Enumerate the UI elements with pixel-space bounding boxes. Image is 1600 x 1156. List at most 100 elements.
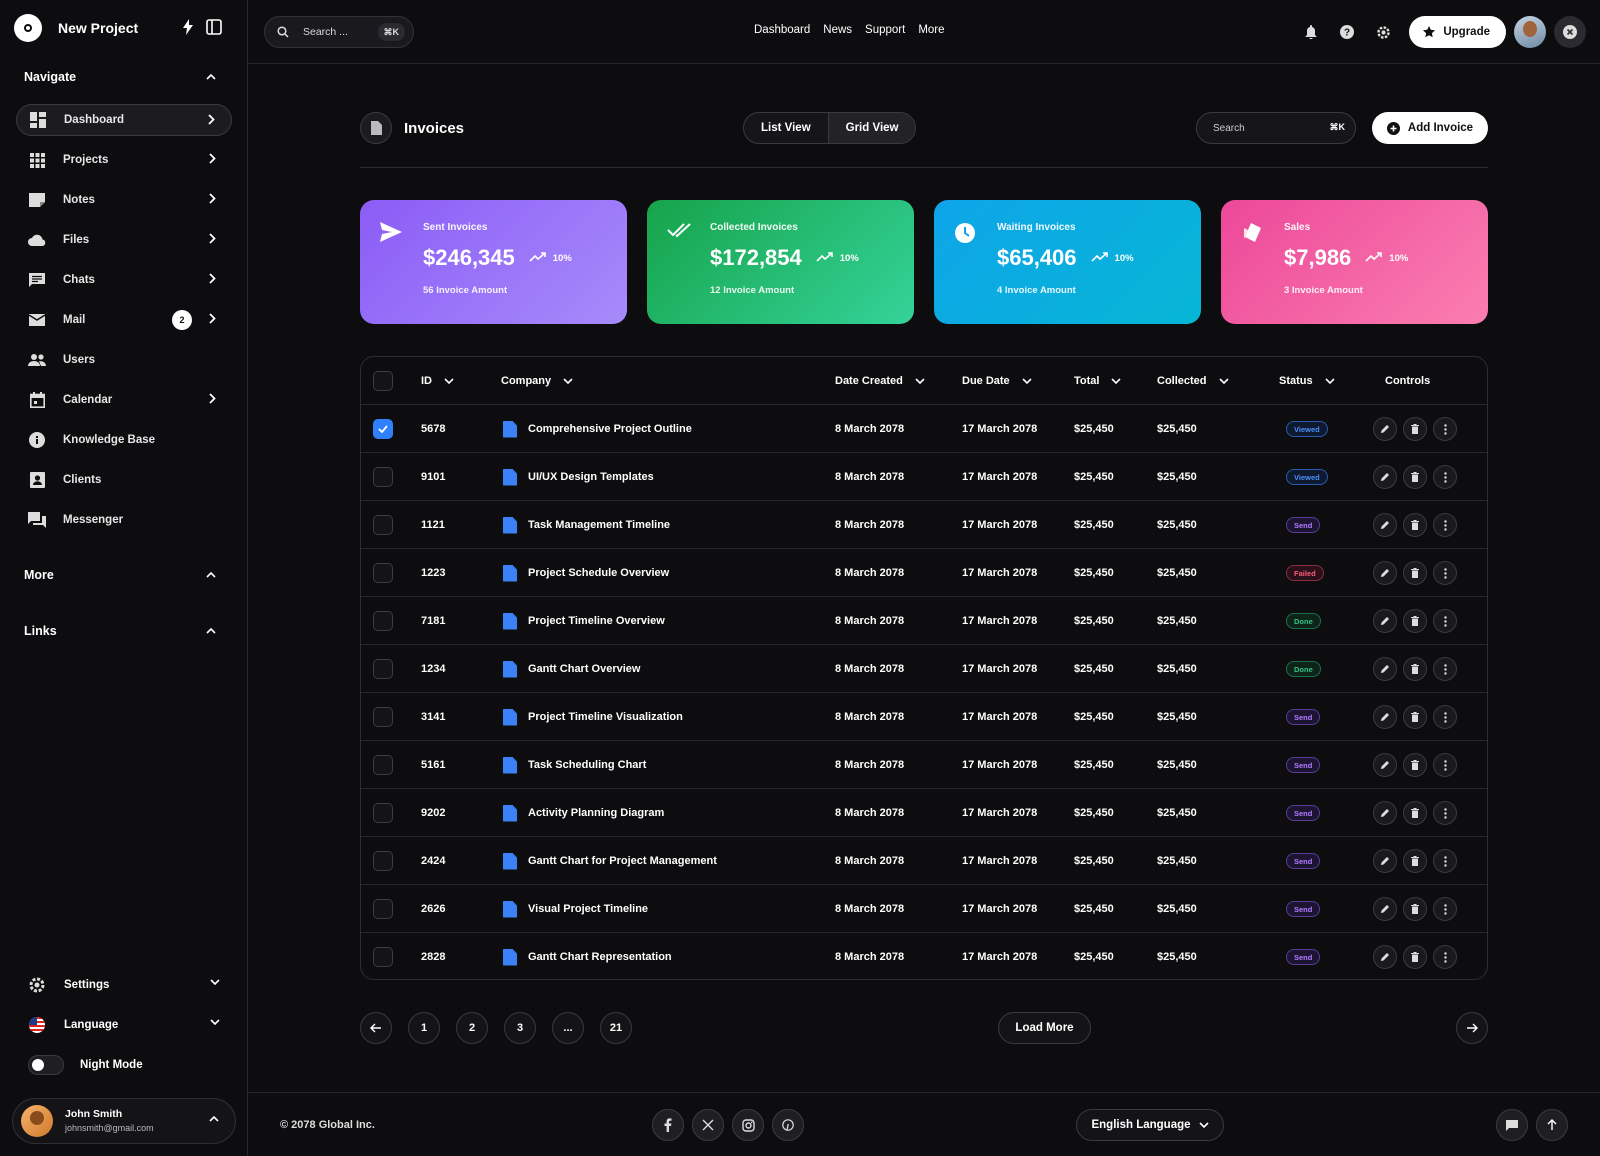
help-icon[interactable]: ?	[1329, 25, 1365, 39]
edit-icon[interactable]	[1373, 897, 1397, 921]
table-row[interactable]: 1223 Project Schedule Overview 8 March 2…	[361, 549, 1487, 597]
edit-icon[interactable]	[1373, 465, 1397, 489]
summary-card[interactable]: Sent Invoices $246,345 10% 56 Invoice Am…	[360, 200, 627, 324]
sidebar-item-clients[interactable]: Clients	[16, 464, 232, 496]
more-vertical-icon[interactable]	[1433, 753, 1457, 777]
company-name[interactable]: Gantt Chart for Project Management	[528, 855, 717, 867]
sidebar-item-mail[interactable]: Mail 2	[16, 304, 232, 336]
row-checkbox[interactable]	[373, 899, 393, 919]
company-name[interactable]: Project Timeline Visualization	[528, 711, 683, 723]
sidebar-item-projects[interactable]: Projects	[16, 144, 232, 176]
sort-total[interactable]: Total	[1074, 357, 1122, 405]
sidebar-item-chats[interactable]: Chats	[16, 264, 232, 296]
trash-icon[interactable]	[1403, 801, 1427, 825]
bolt-icon[interactable]	[182, 19, 194, 40]
edit-icon[interactable]	[1373, 513, 1397, 537]
top-link-support[interactable]: Support	[865, 24, 905, 36]
edit-icon[interactable]	[1373, 417, 1397, 441]
sort-due-date[interactable]: Due Date	[962, 357, 1032, 405]
sidebar-item-knowledge-base[interactable]: Knowledge Base	[16, 424, 232, 456]
grid-view-button[interactable]: Grid View	[827, 113, 916, 143]
table-row[interactable]: 1121 Task Management Timeline 8 March 20…	[361, 501, 1487, 549]
edit-icon[interactable]	[1373, 849, 1397, 873]
more-vertical-icon[interactable]	[1433, 417, 1457, 441]
row-checkbox[interactable]	[373, 851, 393, 871]
summary-card[interactable]: Collected Invoices $172,854 10% 12 Invoi…	[647, 200, 914, 324]
edit-icon[interactable]	[1373, 801, 1397, 825]
more-vertical-icon[interactable]	[1433, 945, 1457, 969]
company-name[interactable]: Project Timeline Overview	[528, 615, 665, 627]
table-row[interactable]: 7181 Project Timeline Overview 8 March 2…	[361, 597, 1487, 645]
page-button[interactable]: 1	[408, 1012, 440, 1044]
company-name[interactable]: Gantt Chart Representation	[528, 951, 672, 963]
upgrade-button[interactable]: Upgrade	[1409, 16, 1506, 48]
summary-card[interactable]: Sales $7,986 10% 3 Invoice Amount	[1221, 200, 1488, 324]
sidebar-item-users[interactable]: Users	[16, 344, 232, 376]
table-row[interactable]: 5161 Task Scheduling Chart 8 March 2078 …	[361, 741, 1487, 789]
scroll-top-button[interactable]	[1536, 1109, 1568, 1141]
trash-icon[interactable]	[1403, 657, 1427, 681]
sidebar-item-dashboard[interactable]: Dashboard	[16, 104, 232, 136]
table-row[interactable]: 9101 UI/UX Design Templates 8 March 2078…	[361, 453, 1487, 501]
company-name[interactable]: Gantt Chart Overview	[528, 663, 640, 675]
global-search[interactable]: Search ... ⌘K	[264, 16, 414, 48]
settings-menu[interactable]: Settings	[28, 973, 220, 997]
more-vertical-icon[interactable]	[1433, 513, 1457, 537]
more-vertical-icon[interactable]	[1433, 801, 1457, 825]
table-row[interactable]: 1234 Gantt Chart Overview 8 March 2078 1…	[361, 645, 1487, 693]
company-name[interactable]: UI/UX Design Templates	[528, 471, 654, 483]
close-button[interactable]	[1554, 16, 1586, 48]
prev-page-button[interactable]	[360, 1012, 392, 1044]
trash-icon[interactable]	[1403, 897, 1427, 921]
company-name[interactable]: Task Scheduling Chart	[528, 759, 646, 771]
row-checkbox[interactable]	[373, 755, 393, 775]
row-checkbox[interactable]	[373, 707, 393, 727]
more-vertical-icon[interactable]	[1433, 609, 1457, 633]
edit-icon[interactable]	[1373, 609, 1397, 633]
page-ellipsis[interactable]: ...	[552, 1012, 584, 1044]
row-checkbox[interactable]	[373, 515, 393, 535]
table-row[interactable]: 2828 Gantt Chart Representation 8 March …	[361, 933, 1487, 979]
trash-icon[interactable]	[1403, 609, 1427, 633]
edit-icon[interactable]	[1373, 561, 1397, 585]
edit-icon[interactable]	[1373, 657, 1397, 681]
instagram-icon[interactable]	[732, 1109, 764, 1141]
trash-icon[interactable]	[1403, 561, 1427, 585]
sort-company[interactable]: Company	[501, 357, 573, 405]
top-link-news[interactable]: News	[823, 24, 852, 36]
language-menu[interactable]: Language	[28, 1013, 220, 1037]
sidebar-item-notes[interactable]: Notes	[16, 184, 232, 216]
row-checkbox[interactable]	[373, 659, 393, 679]
sidebar-item-calendar[interactable]: Calendar	[16, 384, 232, 416]
more-section-header[interactable]: More	[24, 568, 216, 582]
links-section-header[interactable]: Links	[24, 624, 216, 638]
language-select[interactable]: English Language	[1076, 1109, 1224, 1141]
more-vertical-icon[interactable]	[1433, 657, 1457, 681]
more-vertical-icon[interactable]	[1433, 897, 1457, 921]
trash-icon[interactable]	[1403, 849, 1427, 873]
row-checkbox[interactable]	[373, 467, 393, 487]
gear-icon[interactable]	[1365, 25, 1401, 40]
load-more-button[interactable]: Load More	[998, 1012, 1091, 1044]
more-vertical-icon[interactable]	[1433, 561, 1457, 585]
sort-date-created[interactable]: Date Created	[835, 357, 925, 405]
table-row[interactable]: 9202 Activity Planning Diagram 8 March 2…	[361, 789, 1487, 837]
more-vertical-icon[interactable]	[1433, 705, 1457, 729]
table-row[interactable]: 3141 Project Timeline Visualization 8 Ma…	[361, 693, 1487, 741]
row-checkbox[interactable]	[373, 611, 393, 631]
edit-icon[interactable]	[1373, 945, 1397, 969]
page-button[interactable]: 3	[504, 1012, 536, 1044]
row-checkbox[interactable]	[373, 563, 393, 583]
trash-icon[interactable]	[1403, 705, 1427, 729]
trash-icon[interactable]	[1403, 417, 1427, 441]
row-checkbox[interactable]	[373, 419, 393, 439]
company-name[interactable]: Project Schedule Overview	[528, 567, 669, 579]
page-button[interactable]: 2	[456, 1012, 488, 1044]
more-vertical-icon[interactable]	[1433, 465, 1457, 489]
company-name[interactable]: Visual Project Timeline	[528, 903, 648, 915]
summary-card[interactable]: Waiting Invoices $65,406 10% 4 Invoice A…	[934, 200, 1201, 324]
table-row[interactable]: 2424 Gantt Chart for Project Management …	[361, 837, 1487, 885]
user-card[interactable]: John Smith johnsmith@gmail.com	[12, 1098, 236, 1144]
sort-id[interactable]: ID	[421, 357, 454, 405]
top-link-more[interactable]: More	[918, 24, 944, 36]
